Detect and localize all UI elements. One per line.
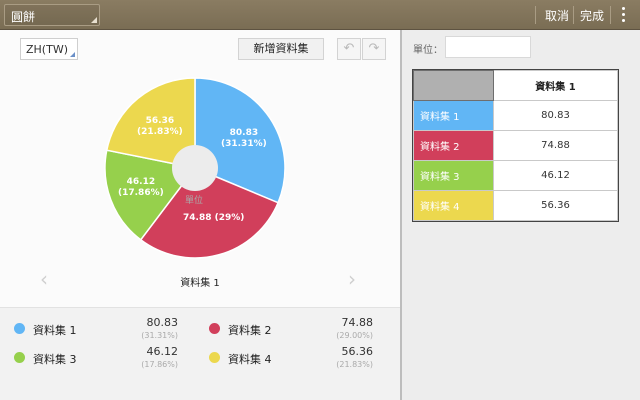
legend-percent: (31.31%) bbox=[141, 331, 178, 340]
legend-value: 74.88 bbox=[341, 316, 374, 329]
legend-item[interactable]: 資料集 2 74.88 (29.00%) bbox=[195, 316, 385, 344]
slice-value-3: 46.12 bbox=[126, 177, 156, 187]
unit-label: 單位： bbox=[413, 45, 443, 56]
table-cell[interactable]: 56.36 bbox=[493, 190, 618, 221]
slice-label-3: 46.12 (17.86%) bbox=[118, 177, 164, 199]
table-cell[interactable]: 80.83 bbox=[493, 100, 618, 131]
slice-pct-2: (29%) bbox=[214, 213, 245, 223]
legend-dot-icon bbox=[14, 352, 25, 363]
legend-item[interactable]: 資料集 3 46.12 (17.86%) bbox=[0, 345, 190, 373]
toolbar-divider bbox=[610, 6, 611, 24]
previous-chart-icon[interactable]: ‹ bbox=[40, 267, 48, 291]
legend-name: 資料集 1 bbox=[33, 324, 77, 337]
more-options-icon[interactable] bbox=[620, 6, 626, 24]
column-header[interactable]: 資料集 1 bbox=[493, 70, 618, 101]
legend-percent: (29.00%) bbox=[336, 331, 373, 340]
chart-title-field[interactable]: 圓餅 bbox=[4, 4, 100, 26]
field-corner-icon bbox=[91, 17, 97, 23]
row-header[interactable]: 資料集 1 bbox=[413, 100, 494, 131]
row-header[interactable]: 資料集 3 bbox=[413, 160, 494, 191]
legend-name: 資料集 4 bbox=[228, 353, 272, 366]
chart-title-text: 圓餅 bbox=[11, 10, 36, 24]
legend-name: 資料集 3 bbox=[33, 353, 77, 366]
chart-dataset-title: 資料集 1 bbox=[180, 278, 220, 289]
pie-center-label: 單位 bbox=[185, 196, 204, 206]
chart-panel: ZH(TW) 新增資料集 ↶ ↷ 單位 80.83 (31.31%) 74.88… bbox=[0, 30, 400, 400]
legend-value: 46.12 bbox=[146, 345, 179, 358]
data-table: 資料集 1 資料集 1 80.83 資料集 2 74.88 資料集 3 46.1… bbox=[412, 69, 619, 222]
cancel-button[interactable]: 取消 bbox=[545, 7, 569, 24]
slice-pct-4: (21.83%) bbox=[137, 127, 183, 137]
table-header-row: 資料集 1 bbox=[413, 70, 618, 101]
legend-dot-icon bbox=[14, 323, 25, 334]
slice-pct-1: (31.31%) bbox=[221, 139, 267, 149]
row-header[interactable]: 資料集 2 bbox=[413, 130, 494, 161]
slice-value-1: 80.83 bbox=[229, 128, 259, 138]
data-panel: 單位： 資料集 1 資料集 1 80.83 資料集 2 74.88 資料集 3 … bbox=[402, 30, 640, 400]
legend-percent: (17.86%) bbox=[141, 360, 178, 369]
legend-item[interactable]: 資料集 1 80.83 (31.31%) bbox=[0, 316, 190, 344]
legend-name: 資料集 2 bbox=[228, 324, 272, 337]
slice-value-4: 56.36 bbox=[145, 116, 175, 126]
table-cell[interactable]: 46.12 bbox=[493, 160, 618, 191]
table-row: 資料集 2 74.88 bbox=[413, 130, 618, 161]
pie-center-hole bbox=[172, 145, 218, 191]
slice-label-2: 74.88 (29%) bbox=[183, 213, 244, 224]
slice-label-1: 80.83 (31.31%) bbox=[221, 128, 267, 150]
row-header[interactable]: 資料集 4 bbox=[413, 190, 494, 221]
slice-pct-3: (17.86%) bbox=[118, 188, 164, 198]
table-row: 資料集 1 80.83 bbox=[413, 100, 618, 131]
legend-dot-icon bbox=[209, 323, 220, 334]
table-cell[interactable]: 74.88 bbox=[493, 130, 618, 161]
pie-chart[interactable] bbox=[0, 30, 400, 307]
slice-label-4: 56.36 (21.83%) bbox=[137, 116, 183, 138]
toolbar-divider bbox=[573, 6, 574, 24]
legend-dot-icon bbox=[209, 352, 220, 363]
legend-value: 80.83 bbox=[146, 316, 179, 329]
unit-input[interactable] bbox=[445, 36, 531, 58]
table-corner-cell[interactable] bbox=[413, 70, 494, 101]
legend-item[interactable]: 資料集 4 56.36 (21.83%) bbox=[195, 345, 385, 373]
done-button[interactable]: 完成 bbox=[580, 7, 604, 24]
legend: 資料集 1 80.83 (31.31%) 資料集 2 74.88 (29.00%… bbox=[0, 307, 400, 400]
legend-percent: (21.83%) bbox=[336, 360, 373, 369]
table-row: 資料集 3 46.12 bbox=[413, 160, 618, 191]
top-toolbar: 圓餅 取消 完成 bbox=[0, 0, 640, 30]
table-row: 資料集 4 56.36 bbox=[413, 190, 618, 221]
slice-value-2: 74.88 bbox=[183, 213, 212, 223]
toolbar-divider bbox=[535, 6, 536, 24]
legend-value: 56.36 bbox=[341, 345, 374, 358]
next-chart-icon[interactable]: › bbox=[348, 267, 356, 291]
